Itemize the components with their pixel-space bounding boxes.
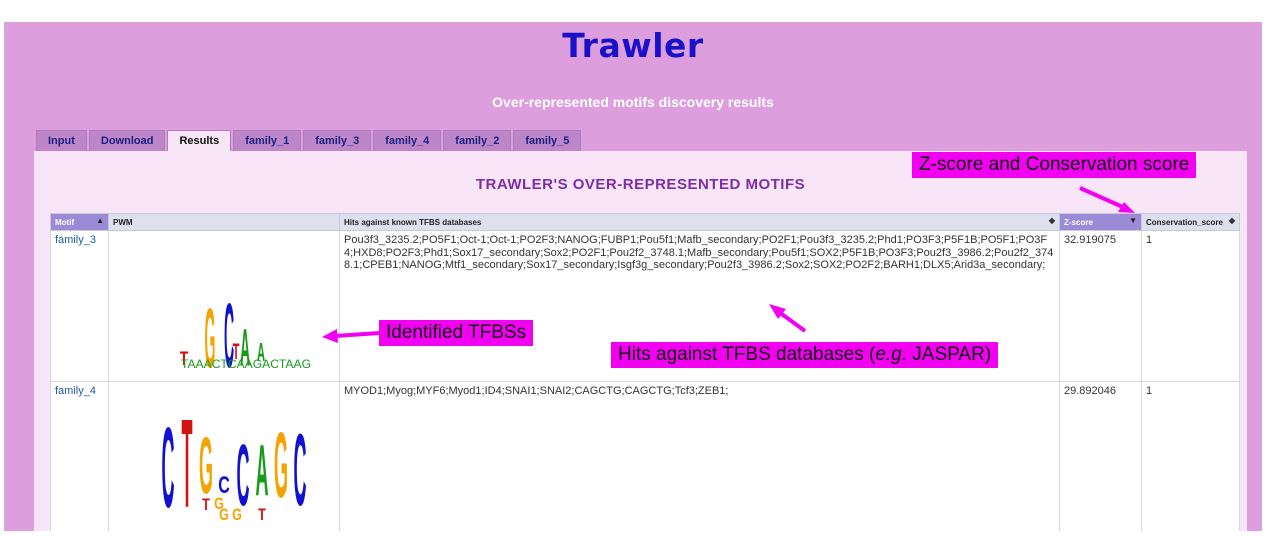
header-conservation-label: Conservation_score [1146,217,1223,227]
hits-cell: MYOD1;Myog;MYF6;Myod1;ID4;SNAI1;SNAI2;CA… [339,380,1060,531]
header-hits[interactable]: Hits against known TFBS databases ◆ [339,213,1060,231]
motif-link-family-3[interactable]: family_3 [55,234,96,246]
results-panel: TRAWLER'S OVER-REPRESENTED MOTIFS Motif ▲… [34,151,1247,531]
callout-hits-suffix: JASPAR) [907,344,992,365]
tab-download[interactable]: Download [88,130,166,151]
header-conservation[interactable]: Conservation_score ◆ [1141,213,1240,231]
tab-input[interactable]: Input [36,130,87,151]
logo-letter: T [202,496,210,514]
motif-cell: family_4 [50,380,109,531]
sort-both-icon: ◆ [1228,216,1235,225]
header-pwm: PWM [108,213,340,231]
header-zscore-label: Z-score [1064,217,1093,227]
logo-letter: G [219,506,229,524]
header-hits-label: Hits against known TFBS databases [344,217,482,227]
logo-letter: T [258,506,266,524]
callout-tfbs: Identified TFBSs [379,320,534,346]
table-row: family_4 C T G C C A G C T G G G T MYOD1… [50,380,1240,531]
tab-bar: Input Download Results family_1 family_3… [36,130,583,152]
results-table: Motif ▲ PWM Hits against known TFBS datab… [50,213,1240,531]
logo-letter: G [274,413,288,517]
callout-hits: Hits against TFBS databases (e.g. JASPAR… [611,342,999,368]
table-header-row: Motif ▲ PWM Hits against known TFBS datab… [50,213,1240,231]
sort-asc-icon: ▲ [96,216,104,225]
header-motif[interactable]: Motif ▲ [50,213,109,231]
header-motif-label: Motif [55,217,75,227]
logo-letter: A [255,431,268,511]
logo-letter: C [294,413,307,525]
conservation-cell: 1 [1141,230,1240,382]
callout-zscore: Z-score and Conservation score [912,152,1197,178]
trawler-page: Trawler Over-represented motifs discover… [4,22,1262,531]
motif-cell: family_3 [50,230,109,382]
logo-letter: G [232,506,242,524]
header-zscore[interactable]: Z-score ▼ [1059,213,1142,231]
tab-family-1[interactable]: family_1 [233,130,302,151]
sort-desc-icon: ▼ [1129,216,1137,225]
motif-link-family-4[interactable]: family_4 [55,385,96,397]
zscore-cell: 32.919075 [1059,230,1142,382]
app-title: Trawler [562,26,704,65]
tab-family-3[interactable]: family_3 [303,130,372,151]
tab-family-5[interactable]: family_5 [513,130,582,151]
tab-results[interactable]: Results [167,130,232,151]
pwm-cell: C T G C C A G C T G G G T [108,380,340,531]
logo-letter: C [162,405,175,525]
header-pwm-label: PWM [113,217,133,227]
pwm-cell: T G C A T A TAAACTCAAGACTAAG [108,230,340,387]
tab-family-4[interactable]: family_4 [373,130,442,151]
zscore-cell: 29.892046 [1059,380,1142,531]
logo-letter: T [182,395,193,525]
conservation-cell: 1 [1141,380,1240,531]
logo-small-letters: TAAACTCAAGACTAAG [181,359,311,372]
sequence-logo-family-4: C T G C C A G C T G G G T [162,395,307,531]
sequence-logo-family-3: T G C A T A TAAACTCAAGACTAAG [180,283,311,386]
sort-both-icon: ◆ [1048,216,1055,225]
tab-family-2[interactable]: family_2 [443,130,512,151]
callout-hits-prefix: Hits against TFBS databases ( [618,344,876,365]
callout-hits-italic: e.g. [875,344,908,365]
section-title: TRAWLER'S OVER-REPRESENTED MOTIFS [475,176,806,193]
page-subtitle: Over-represented motifs discovery result… [492,94,774,110]
